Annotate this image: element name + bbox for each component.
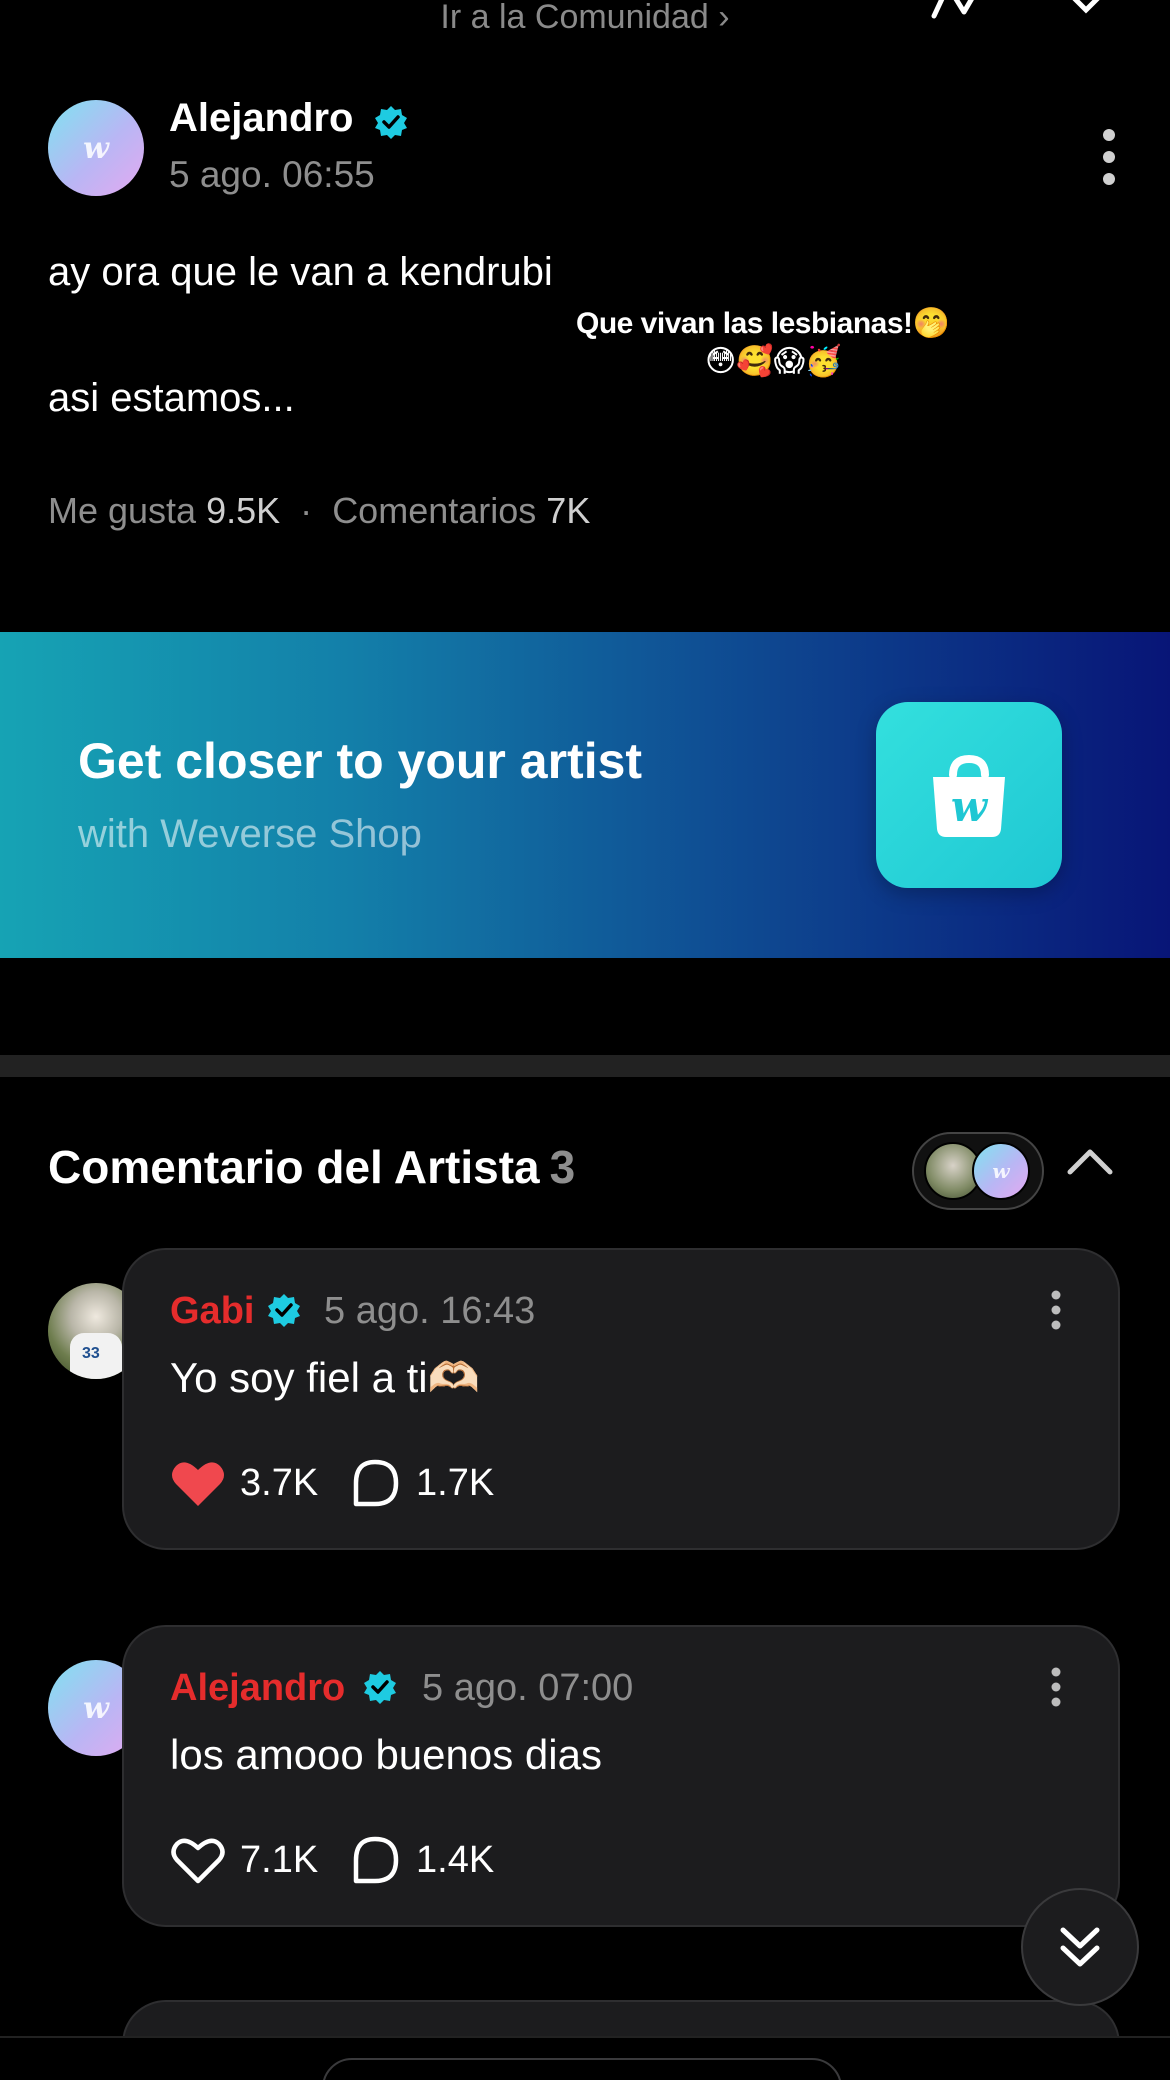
banner-subtitle: with Weverse Shop	[78, 812, 422, 856]
verified-badge-icon	[268, 1294, 300, 1327]
comment-timestamp: 5 ago. 16:43	[324, 1290, 536, 1332]
comments-count[interactable]: 7K	[546, 490, 590, 531]
verified-badge-icon	[375, 106, 407, 139]
more-options-icon[interactable]	[1098, 128, 1120, 186]
artist-comment-card: Gabi 5 ago. 16:43 Yo soy fiel a ti🫶🏻 3.7…	[122, 1248, 1120, 1550]
sticker-text: Que vivan las lesbianas!🤭	[576, 307, 950, 340]
post-body-line-2: asi estamos...	[48, 376, 295, 420]
artist-comments-count: 3	[549, 1141, 576, 1193]
post-detail-screen: Ir a la Comunidad › w Alejandro 5 ago. 0…	[0, 0, 1170, 2080]
reply-count: 1.7K	[416, 1461, 495, 1504]
artist-avatars-pill[interactable]: w	[912, 1132, 1044, 1210]
comment-bubble-icon	[353, 1836, 399, 1884]
reply-button[interactable]: 1.7K	[350, 1458, 494, 1508]
section-divider	[0, 1055, 1170, 1077]
heart-outline-icon	[171, 1838, 225, 1884]
post-timestamp: 5 ago. 06:55	[169, 154, 375, 195]
post-body-line-1: ay ora que le van a kendrubi	[48, 250, 553, 294]
verified-badge-icon	[364, 1671, 396, 1704]
comment-text: los amooo buenos dias	[170, 1731, 602, 1778]
top-bar: Ir a la Comunidad ›	[0, 0, 1170, 52]
comment-text: Yo soy fiel a ti🫶🏻	[170, 1354, 480, 1401]
artist-comment-card: Alejandro 5 ago. 07:00 los amooo buenos …	[122, 1625, 1120, 1927]
author-avatar[interactable]: w	[48, 100, 144, 196]
artist-comments-title: Comentario del Artista 3	[48, 1140, 575, 1194]
comment-author[interactable]: Gabi	[170, 1290, 254, 1333]
artist-avatar-alejandro: w	[972, 1142, 1030, 1200]
scroll-to-bottom-button[interactable]	[1021, 1888, 1139, 2006]
comments-label[interactable]: Comentarios	[332, 490, 536, 531]
like-button[interactable]: 7.1K	[170, 1835, 318, 1885]
more-options-icon[interactable]	[1048, 1667, 1064, 1707]
like-count: 7.1K	[240, 1838, 319, 1881]
post-stats: Me gusta 9.5K · Comentarios 7K	[48, 490, 590, 532]
svg-text:w: w	[951, 782, 989, 831]
likes-label[interactable]: Me gusta	[48, 490, 196, 531]
shopping-bag-icon: w	[876, 702, 1062, 888]
like-button[interactable]: 3.7K	[170, 1458, 318, 1508]
share-icon[interactable]	[930, 0, 996, 22]
comment-author[interactable]: Alejandro	[170, 1667, 345, 1710]
likes-count[interactable]: 9.5K	[206, 490, 280, 531]
reply-count: 1.4K	[416, 1838, 495, 1881]
chevron-up-icon[interactable]	[1066, 1146, 1114, 1176]
weverse-shop-banner[interactable]: Get closer to your artist with Weverse S…	[0, 632, 1170, 958]
comment-timestamp: 5 ago. 07:00	[422, 1667, 634, 1709]
banner-title: Get closer to your artist	[78, 733, 643, 789]
double-chevron-down-icon	[1060, 1927, 1100, 1967]
like-count: 3.7K	[240, 1461, 319, 1504]
more-options-icon[interactable]	[1048, 1290, 1064, 1330]
heart-filled-icon	[172, 1462, 224, 1506]
sticker-emojis: 😳🥰😱🥳	[705, 345, 843, 378]
reply-button[interactable]: 1.4K	[350, 1835, 494, 1885]
artist-comments-label: Comentario del Artista	[48, 1141, 540, 1193]
comment-bubble-icon	[353, 1459, 399, 1507]
close-icon[interactable]	[1058, 0, 1114, 18]
stats-separator: ·	[300, 490, 313, 531]
author-name[interactable]: Alejandro	[169, 96, 353, 141]
comment-input[interactable]	[322, 2058, 842, 2080]
